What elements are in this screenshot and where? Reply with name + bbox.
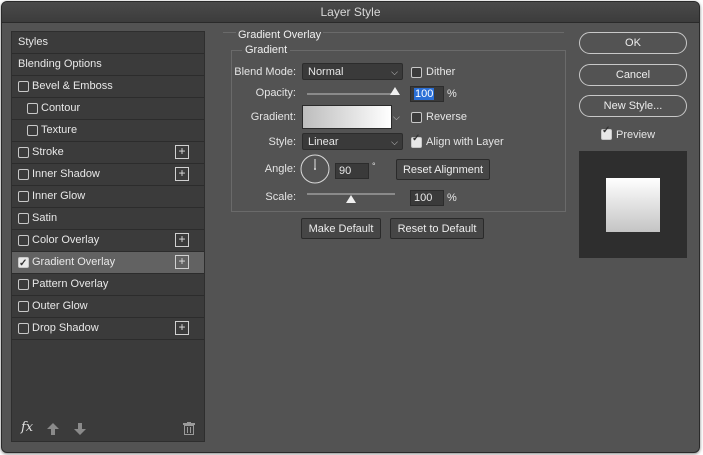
angle-dial[interactable] — [300, 154, 330, 184]
group-title: Gradient — [242, 44, 291, 56]
gradient-dropdown-chevron-icon[interactable]: ⌵ — [393, 106, 402, 128]
move-down-icon[interactable] — [74, 423, 86, 435]
style-item-checkbox[interactable] — [18, 253, 29, 274]
style-item-color-overlay[interactable]: Color Overlay + — [12, 230, 204, 252]
style-item-checkbox[interactable] — [18, 147, 29, 158]
move-up-icon[interactable] — [47, 423, 59, 435]
style-item-bevel-emboss[interactable]: Bevel & Emboss — [12, 76, 204, 98]
window-title: Layer Style — [2, 2, 699, 23]
angle-unit: ° — [372, 161, 376, 171]
fx-icon[interactable]: fx — [21, 420, 33, 435]
style-item-label: Outer Glow — [32, 300, 88, 312]
layer-style-dialog: Layer Style Drop Shadow + Outer Glow Patter… — [1, 1, 700, 453]
align-layer-checkbox[interactable] — [411, 133, 422, 148]
style-item-label: Texture — [41, 124, 78, 136]
style-value: Linear — [308, 136, 339, 148]
styles-toolbar: fx — [12, 417, 204, 441]
preview-swatch — [606, 178, 660, 232]
style-item-pattern-overlay[interactable]: Pattern Overlay — [12, 274, 204, 296]
align-layer-label: Align with Layer — [426, 136, 504, 148]
opacity-slider-thumb[interactable] — [390, 87, 400, 95]
blend-mode-value: Normal — [308, 66, 344, 78]
style-item-label: Bevel & Emboss — [32, 80, 113, 92]
style-label: Style: — [268, 136, 296, 148]
style-item-inner-glow[interactable]: Inner Glow — [12, 186, 204, 208]
reverse-label: Reverse — [426, 111, 467, 123]
style-item-outer-glow[interactable]: Outer Glow — [12, 296, 204, 318]
gradient-label: Gradient: — [250, 111, 296, 123]
style-item-checkbox[interactable] — [18, 213, 29, 224]
preview-area — [579, 151, 687, 258]
style-item-label: Gradient Overlay — [32, 256, 116, 268]
style-item-checkbox[interactable] — [27, 103, 38, 114]
style-item-styles[interactable]: Styles — [12, 32, 204, 54]
style-item-label: Drop Shadow — [32, 322, 99, 334]
panel-title: Gradient Overlay — [236, 29, 324, 41]
opacity-slider-track[interactable] — [307, 93, 395, 95]
style-item-label: Pattern Overlay — [32, 278, 109, 290]
style-item-label: Inner Shadow — [32, 168, 100, 180]
style-item-checkbox[interactable] — [18, 323, 29, 334]
angle-input[interactable]: 90 — [335, 163, 369, 179]
style-item-checkbox[interactable] — [18, 169, 29, 180]
add-style-icon[interactable]: + — [175, 145, 189, 159]
style-select[interactable]: Linear ⌵ — [302, 133, 403, 150]
blend-mode-select[interactable]: Normal ⌵ — [302, 63, 403, 80]
opacity-unit: % — [447, 88, 457, 100]
style-item-gradient-overlay[interactable]: Gradient Overlay + — [12, 252, 204, 274]
style-item-label: Contour — [41, 102, 81, 114]
style-item-inner-shadow[interactable]: Inner Shadow + — [12, 164, 204, 186]
opacity-label: Opacity: — [255, 87, 296, 99]
scale-slider-thumb[interactable] — [346, 195, 356, 203]
style-item-label: Stroke — [32, 146, 64, 158]
reset-alignment-button[interactable]: Reset Alignment — [396, 159, 490, 180]
scale-unit: % — [447, 192, 457, 204]
style-item-stroke[interactable]: Stroke + — [12, 142, 204, 164]
style-item-label: Satin — [32, 212, 58, 224]
new-style-button[interactable]: New Style... — [579, 95, 687, 117]
add-style-icon[interactable]: + — [175, 321, 189, 335]
style-item-satin[interactable]: Satin — [12, 208, 204, 230]
style-item-label: Color Overlay — [32, 234, 100, 246]
cancel-button[interactable]: Cancel — [579, 64, 687, 86]
angle-label: Angle: — [264, 163, 296, 175]
style-item-checkbox[interactable] — [18, 279, 29, 290]
chevron-down-icon: ⌵ — [391, 137, 398, 147]
dither-checkbox[interactable] — [411, 67, 422, 78]
preview-checkbox[interactable] — [601, 125, 612, 140]
opacity-input[interactable]: 100 — [410, 86, 444, 102]
style-item-checkbox[interactable] — [18, 191, 29, 202]
style-item-label: Styles — [18, 36, 48, 48]
style-item-label: Inner Glow — [32, 190, 86, 202]
add-style-icon[interactable]: + — [175, 255, 189, 269]
scale-label: Scale: — [265, 191, 296, 203]
blend-mode-label: Blend Mode: — [234, 66, 296, 78]
reset-to-default-button[interactable]: Reset to Default — [390, 218, 484, 239]
style-item-checkbox[interactable] — [18, 81, 29, 92]
add-style-icon[interactable]: + — [175, 233, 189, 247]
opacity-value: 100 — [414, 88, 435, 100]
style-item-checkbox[interactable] — [18, 301, 29, 312]
style-item-label: Blending Options — [18, 58, 102, 70]
reverse-checkbox[interactable] — [411, 112, 422, 123]
scale-value: 100 — [414, 192, 433, 204]
scale-input[interactable]: 100 — [410, 190, 444, 206]
dither-label: Dither — [426, 66, 456, 78]
style-item-drop-shadow[interactable]: Drop Shadow + — [12, 318, 204, 340]
style-item-checkbox[interactable] — [18, 235, 29, 246]
add-style-icon[interactable]: + — [175, 167, 189, 181]
ok-button[interactable]: OK — [579, 32, 687, 54]
style-item-blending-options[interactable]: Blending Options — [12, 54, 204, 76]
chevron-down-icon: ⌵ — [391, 67, 398, 77]
make-default-button[interactable]: Make Default — [301, 218, 381, 239]
gradient-swatch[interactable] — [302, 105, 392, 129]
styles-list: Drop Shadow + Outer Glow Pattern Overlay Gra… — [11, 31, 205, 442]
angle-value: 90 — [339, 165, 352, 177]
style-item-texture[interactable]: Texture — [12, 120, 204, 142]
preview-label: Preview — [616, 129, 656, 141]
style-item-contour[interactable]: Contour — [12, 98, 204, 120]
style-item-checkbox[interactable] — [27, 125, 38, 136]
trash-icon[interactable] — [183, 422, 195, 435]
